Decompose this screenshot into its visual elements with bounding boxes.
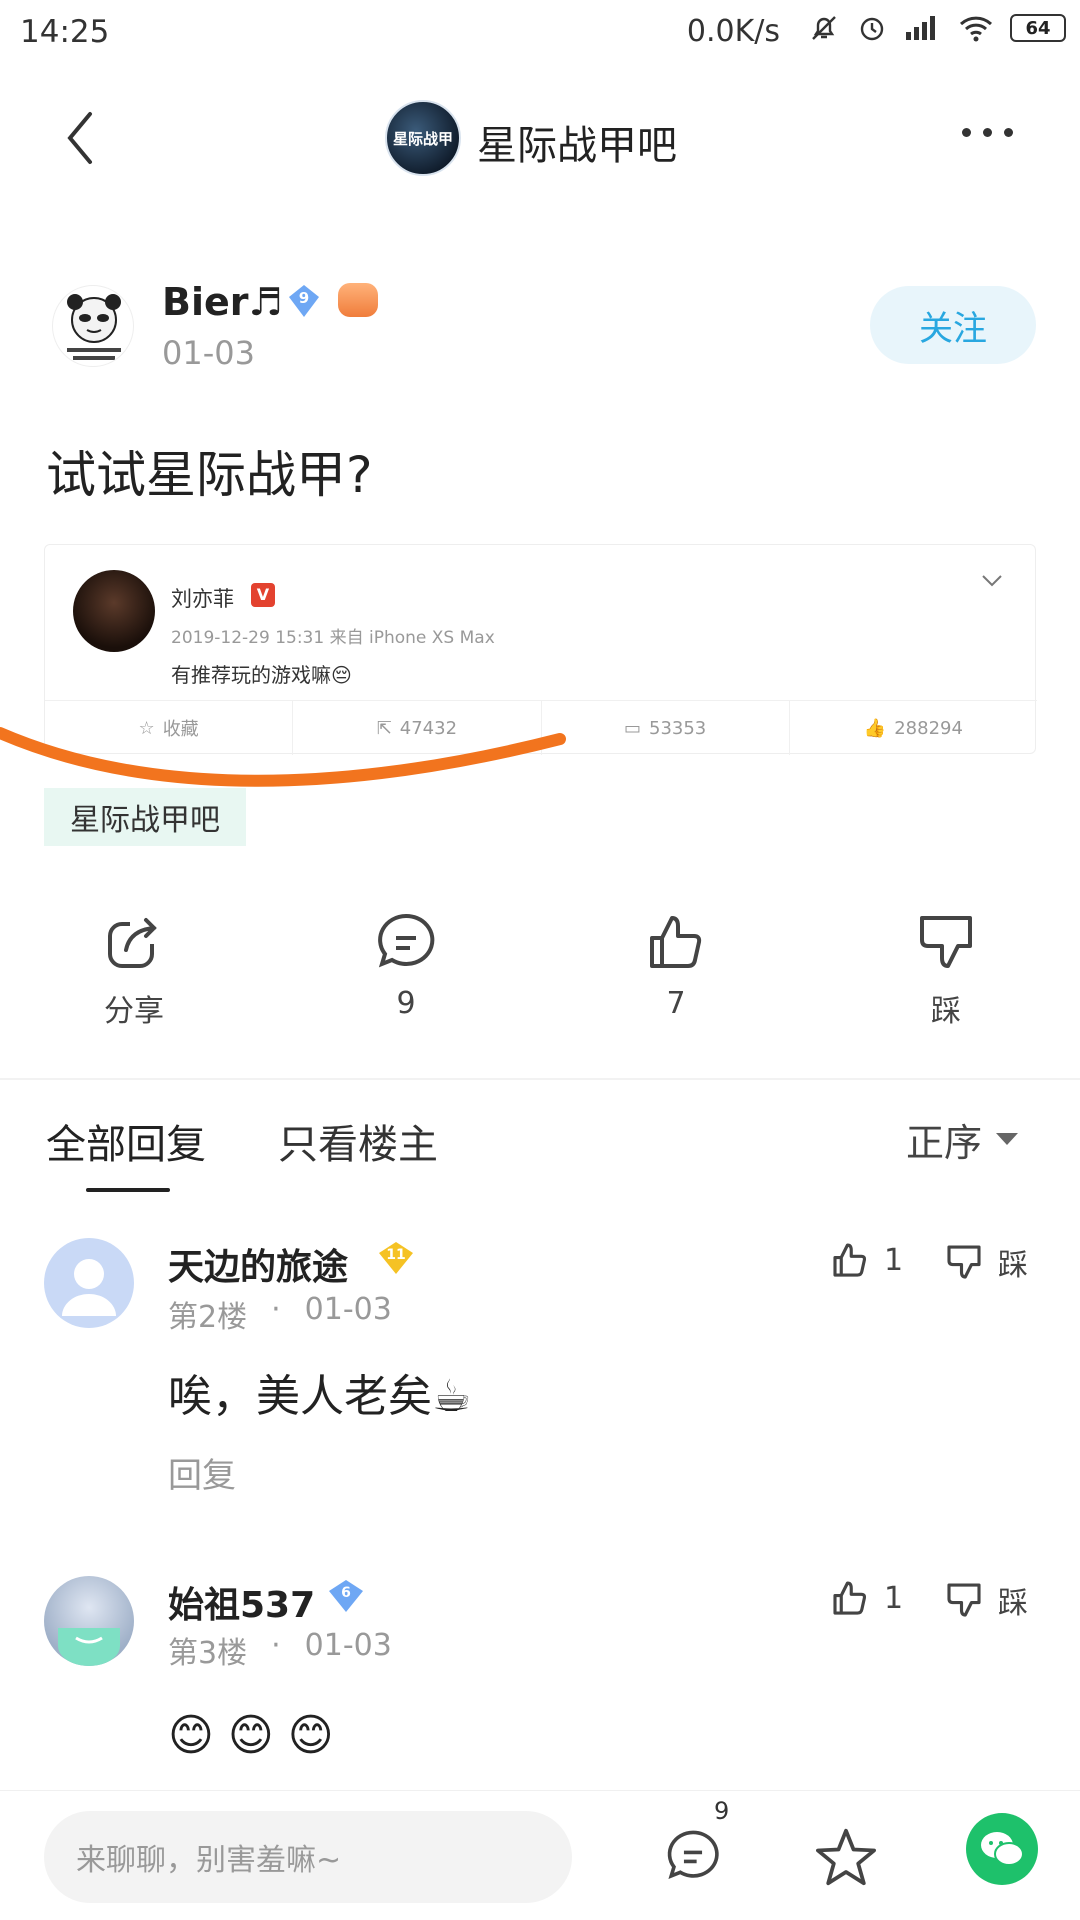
battery-level: 64: [1025, 17, 1051, 39]
dislike-action[interactable]: 踩: [866, 910, 1026, 1030]
comment-avatar[interactable]: [44, 1576, 134, 1666]
comment-date: 01-03: [304, 1292, 392, 1327]
default-avatar-icon: [62, 1259, 116, 1316]
alarm-icon: [860, 17, 884, 41]
comment-author[interactable]: 天边的旅途: [168, 1238, 348, 1290]
level-badge: 11: [376, 1240, 416, 1276]
wifi-icon: [959, 16, 993, 42]
active-tab-indicator: [86, 1188, 170, 1192]
comment-dislike-label: 踩: [998, 1586, 1028, 1621]
wechat-icon: [981, 1832, 1024, 1866]
level-badge: 9: [286, 283, 322, 323]
like-icon: 👍: [863, 717, 887, 739]
forum-tag[interactable]: 星际战甲吧: [44, 788, 246, 846]
comment-like-count: 1: [884, 1580, 904, 1616]
comment-floor: 第3楼: [168, 1636, 248, 1671]
comment-level: 6: [341, 1585, 351, 1601]
caret-down-icon: [996, 1132, 1019, 1145]
card-user-name: 刘亦菲: [171, 587, 234, 611]
forum-logo[interactable]: 星际战甲: [385, 100, 461, 176]
comment-floor-info: 第2楼 · 01-03: [168, 1292, 392, 1336]
comment-author[interactable]: 始祖537: [168, 1576, 315, 1628]
reply-link[interactable]: 回复: [168, 1448, 236, 1497]
verified-badge-icon: V: [251, 583, 275, 607]
post-date: 01-03: [162, 334, 255, 372]
comment-level: 11: [386, 1247, 406, 1263]
sort-dropdown[interactable]: 正序: [906, 1112, 1019, 1167]
author-name[interactable]: Bier♬: [162, 280, 283, 324]
comment-dislike-button[interactable]: 踩: [944, 1240, 1028, 1284]
tab-all-replies[interactable]: 全部回复: [46, 1112, 206, 1170]
dislike-icon: [920, 916, 972, 968]
comment-floor-info: 第3楼 · 01-03: [168, 1628, 392, 1672]
back-arrow-icon[interactable]: [58, 108, 108, 168]
comment-dislike-label: 踩: [998, 1248, 1028, 1283]
comment-count: 9: [396, 986, 416, 1021]
status-icons: 64: [808, 12, 1066, 44]
comment-icon[interactable]: [664, 1827, 722, 1885]
like-icon: [833, 1581, 867, 1615]
signal-icon: [906, 16, 935, 40]
comment-action[interactable]: 9: [326, 910, 486, 1021]
star-icon[interactable]: [816, 1827, 876, 1887]
level-badge: 6: [326, 1578, 366, 1614]
card-like-count: 288294: [894, 717, 963, 739]
game-badge-icon: [338, 283, 378, 317]
comment-like-button[interactable]: 1: [830, 1578, 903, 1618]
battery-icon: 64: [1010, 14, 1066, 42]
author-level: 9: [298, 289, 310, 307]
status-time: 14:25: [20, 14, 110, 50]
card-meta: 2019-12-29 15:31 来自 iPhone XS Max: [171, 628, 495, 648]
masked-face-avatar-icon: [58, 1628, 120, 1666]
comment-like-count: 1: [884, 1242, 904, 1278]
dot-separator: ·: [271, 1292, 281, 1327]
dislike-icon: [947, 1245, 981, 1279]
like-icon: [650, 916, 702, 968]
like-action[interactable]: 7: [596, 910, 756, 1021]
mute-bell-icon: [812, 16, 836, 40]
comment-count-badge: 9: [714, 1797, 730, 1825]
comment-icon: [378, 913, 435, 968]
tab-owner-only[interactable]: 只看楼主: [278, 1112, 438, 1170]
forum-logo-text: 星际战甲: [392, 129, 453, 148]
like-count: 7: [666, 986, 686, 1021]
comment-date: 01-03: [304, 1628, 392, 1663]
network-speed: 0.0K/s: [686, 14, 780, 49]
dot-separator: ·: [271, 1628, 281, 1663]
bottom-bar: 来聊聊，别害羞嘛~ 9: [0, 1790, 1080, 1920]
dislike-label: 踩: [931, 994, 961, 1029]
comment-body: 😊 😊 😊: [168, 1710, 334, 1761]
author-avatar[interactable]: [52, 285, 134, 367]
section-divider: [0, 1078, 1080, 1080]
comment-input[interactable]: 来聊聊，别害羞嘛~: [44, 1811, 572, 1903]
share-action[interactable]: 分享: [54, 910, 214, 1030]
card-user-avatar: [73, 570, 155, 652]
card-text: 有推荐玩的游戏嘛😔: [171, 663, 352, 687]
card-like: 👍 288294: [790, 701, 1037, 755]
comment-floor: 第2楼: [168, 1300, 248, 1335]
chevron-down-icon: [982, 575, 1002, 587]
comment-like-button[interactable]: 1: [830, 1240, 903, 1280]
post-title: 试试星际战甲?: [46, 446, 373, 504]
share-icon: [108, 918, 157, 968]
status-bar: 14:25 0.0K/s 64: [0, 0, 1080, 72]
comment-body: 唉，美人老矣☕: [168, 1371, 472, 1422]
share-label: 分享: [104, 994, 164, 1029]
panda-meme-icon: [67, 294, 121, 360]
comment-icon: ▭: [623, 717, 641, 739]
embedded-weibo-card[interactable]: 刘亦菲 V 2019-12-29 15:31 来自 iPhone XS Max …: [44, 544, 1037, 755]
forum-title[interactable]: 星际战甲吧: [477, 113, 677, 171]
card-comment-count: 53353: [649, 717, 707, 739]
comment-avatar[interactable]: [44, 1238, 134, 1328]
like-icon: [833, 1243, 867, 1277]
wechat-share-button[interactable]: [966, 1813, 1038, 1885]
more-options-icon[interactable]: [962, 128, 1013, 137]
sort-label: 正序: [906, 1121, 983, 1165]
dislike-icon: [947, 1583, 981, 1617]
comment-dislike-button[interactable]: 踩: [944, 1578, 1028, 1622]
follow-button[interactable]: 关注: [870, 286, 1036, 364]
